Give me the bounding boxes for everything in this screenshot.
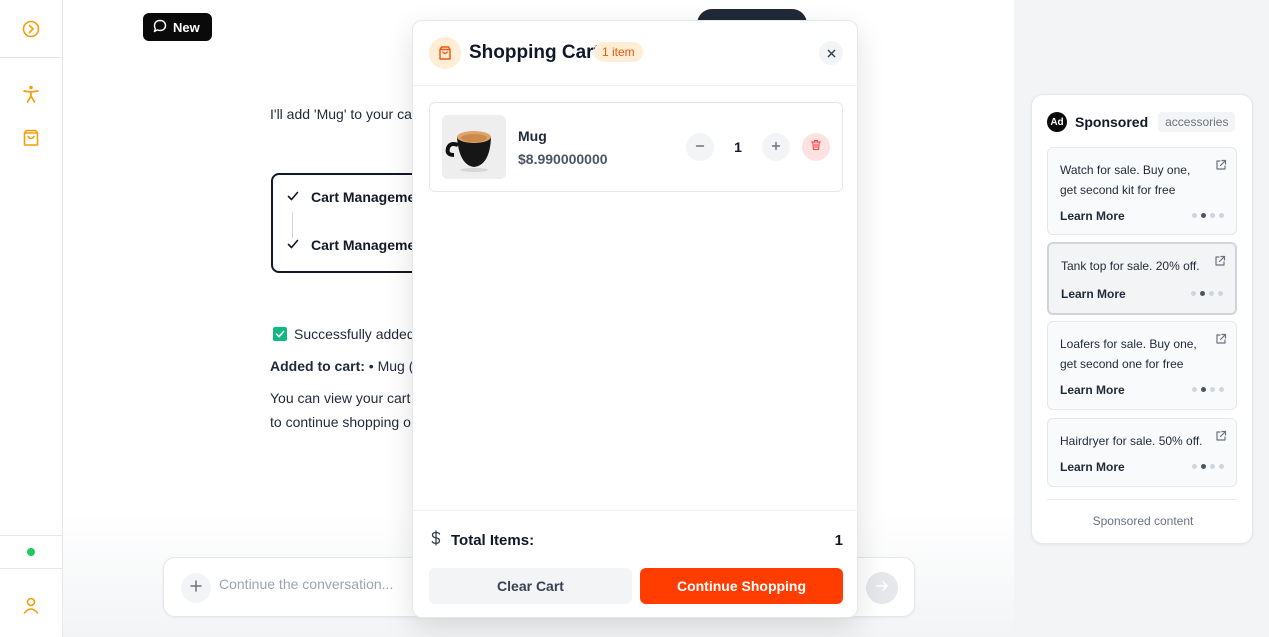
ad-text: Loafers for sale. Buy one, get second on… [1060, 337, 1197, 371]
learn-more-link[interactable]: Learn More [1060, 209, 1125, 223]
total-row: Total Items: 1 [429, 530, 843, 551]
product-price: $8.990000000 [518, 151, 608, 167]
external-link-icon[interactable] [1215, 332, 1227, 344]
carousel-dots [1192, 213, 1224, 218]
sponsored-panel: Ad Sponsored accessories Watch for sale.… [1031, 94, 1253, 544]
check-icon [287, 189, 299, 205]
plus-icon [190, 579, 202, 597]
close-icon [827, 45, 836, 61]
product-name: Mug [518, 128, 547, 144]
added-label: Added to cart: [270, 358, 365, 374]
learn-more-link[interactable]: Learn More [1060, 383, 1125, 397]
ad-text: Hairdryer for sale. 50% off. [1060, 434, 1203, 448]
carousel-dots [1191, 291, 1223, 296]
assistant-intro-text: I'll add 'Mug' to your ca [270, 106, 412, 122]
cart-item-count-badge: 1 item [594, 42, 643, 62]
task-label: Cart Manageme [311, 237, 416, 253]
arrow-right-icon [875, 579, 889, 598]
external-link-icon[interactable] [1215, 429, 1227, 441]
success-text: Successfully added [294, 326, 415, 342]
check-icon [287, 237, 299, 253]
ad-card[interactable]: Tank top for sale. 20% off. Learn More [1047, 242, 1237, 315]
continue-shopping-button[interactable]: Continue Shopping [640, 568, 843, 604]
clear-cart-button[interactable]: Clear Cart [429, 568, 632, 604]
minus-icon [695, 138, 705, 156]
cart-footer: Total Items: 1 Clear Cart Continue Shopp… [413, 510, 859, 619]
dollar-icon [429, 530, 443, 551]
shopping-cart-modal: Shopping Cart 1 item Mug $8.990000000 1 [412, 20, 859, 619]
view-cart-text-line1: You can view your cart [270, 390, 411, 406]
product-image [442, 115, 506, 179]
close-cart-button[interactable] [819, 41, 843, 65]
carousel-dots [1192, 387, 1224, 392]
sidebar-divider [0, 568, 62, 569]
sidebar-divider [0, 57, 62, 58]
sidebar-divider [0, 535, 62, 536]
new-chat-button[interactable]: New [143, 13, 212, 41]
quantity-value: 1 [734, 139, 742, 155]
total-items-label: Total Items: [451, 532, 535, 549]
external-link-icon[interactable] [1214, 254, 1226, 266]
task-label: Cart Manageme [311, 189, 416, 205]
chat-bubble-icon [153, 19, 167, 36]
carousel-dots [1192, 464, 1224, 469]
task-connector [292, 212, 293, 238]
accessibility-icon[interactable] [19, 82, 43, 106]
cart-header: Shopping Cart 1 item [413, 21, 859, 86]
ad-card[interactable]: Watch for sale. Buy one, get second kit … [1047, 147, 1237, 235]
cart-item: Mug $8.990000000 1 [429, 102, 843, 192]
trash-icon [810, 138, 822, 156]
learn-more-link[interactable]: Learn More [1061, 287, 1126, 301]
online-status-dot [27, 548, 35, 556]
ad-card[interactable]: Loafers for sale. Buy one, get second on… [1047, 321, 1237, 410]
attach-button[interactable] [181, 573, 211, 603]
added-to-cart-line: Added to cart: • Mug ( [270, 358, 413, 374]
remove-item-button[interactable] [802, 133, 830, 161]
user-icon[interactable] [19, 593, 43, 617]
external-link-icon[interactable] [1215, 158, 1227, 170]
new-chat-label: New [173, 19, 200, 35]
ad-card[interactable]: Hairdryer for sale. 50% off. Learn More [1047, 418, 1237, 487]
increase-quantity-button[interactable] [762, 133, 790, 161]
ad-divider [1047, 499, 1237, 500]
sponsored-header: Ad Sponsored accessories [1047, 112, 1236, 132]
plus-icon [771, 138, 781, 156]
view-cart-text-line2: to continue shopping o [270, 414, 411, 430]
success-message: Successfully added [273, 326, 415, 342]
send-button[interactable] [866, 572, 898, 604]
sidebar [0, 0, 63, 637]
sponsored-footer: Sponsored content [1092, 514, 1194, 528]
sponsored-title: Sponsored [1075, 114, 1149, 130]
decrease-quantity-button[interactable] [686, 133, 714, 161]
added-item: • Mug ( [368, 358, 414, 374]
ad-badge-icon: Ad [1047, 112, 1067, 132]
ad-text: Watch for sale. Buy one, get second kit … [1060, 163, 1191, 197]
ad-text: Tank top for sale. 20% off. [1061, 259, 1200, 273]
shopping-bag-icon[interactable] [19, 126, 43, 150]
shopping-bag-icon [429, 37, 461, 69]
ad-category-tag: accessories [1158, 112, 1236, 132]
learn-more-link[interactable]: Learn More [1060, 460, 1125, 474]
total-items-value: 1 [834, 532, 843, 549]
checkbox-checked-icon [273, 327, 287, 341]
cart-title: Shopping Cart [469, 42, 600, 63]
chevron-right-circle-icon[interactable] [19, 17, 43, 41]
task-item: Cart Manageme [287, 237, 415, 253]
task-item: Cart Manageme [287, 189, 415, 205]
